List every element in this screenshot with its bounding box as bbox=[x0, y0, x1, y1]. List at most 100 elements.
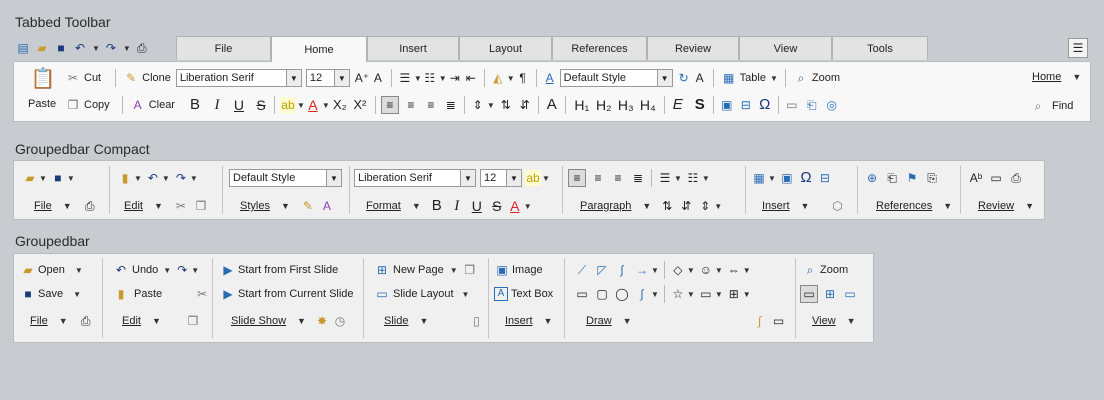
strikethrough-button[interactable]: S bbox=[253, 97, 269, 113]
subscript-button[interactable]: X₂ bbox=[330, 97, 350, 113]
start-first-slide-button[interactable]: ▶ Start from First Slide bbox=[220, 261, 338, 279]
bookmark-flag-icon[interactable]: ⚑ bbox=[904, 170, 920, 186]
bold-button[interactable]: B bbox=[429, 198, 445, 214]
blank-page-icon[interactable]: ▯ bbox=[468, 313, 484, 329]
copy-button[interactable]: ❐ Copy bbox=[63, 97, 112, 113]
comment-icon[interactable]: ▭ bbox=[988, 170, 1004, 186]
styles-icon[interactable]: A bbox=[542, 70, 558, 86]
decrease-indent-icon[interactable]: ⇤ bbox=[463, 70, 479, 86]
dropdown-icon[interactable]: ▼ bbox=[687, 266, 695, 275]
insert-menu-button[interactable]: Insert ▼ bbox=[760, 200, 811, 212]
redo-icon[interactable]: ↷ bbox=[173, 170, 189, 186]
increase-spacing-icon[interactable]: ⇅ bbox=[498, 97, 514, 113]
open-button[interactable]: ▰ Open ▼ bbox=[20, 261, 82, 279]
dropdown-icon[interactable]: ▼ bbox=[414, 74, 422, 83]
page-break-icon[interactable]: ⊟ bbox=[738, 97, 754, 113]
numbered-list-icon[interactable]: ☷ bbox=[422, 70, 438, 86]
redo-icon[interactable]: ↷ bbox=[103, 40, 119, 56]
dropdown-icon[interactable]: ▼ bbox=[39, 174, 47, 183]
print-icon[interactable]: ⎙ bbox=[78, 313, 94, 329]
justify-button[interactable]: ≣ bbox=[443, 97, 459, 113]
rehearse-timings-icon[interactable]: ◷ bbox=[332, 313, 348, 329]
shapes-icon[interactable]: ⬡ bbox=[829, 198, 845, 214]
paragraph-menu-button[interactable]: Paragraph ▼ bbox=[578, 200, 653, 212]
flowchart-icon[interactable]: ⊞ bbox=[726, 286, 742, 302]
dropdown-icon[interactable]: ▼ bbox=[450, 266, 458, 275]
spelling-icon[interactable]: Aᵇ bbox=[968, 170, 984, 186]
tab-insert[interactable]: Insert bbox=[367, 36, 459, 60]
emphasis-button[interactable]: E bbox=[670, 97, 686, 113]
tab-view[interactable]: View bbox=[739, 36, 832, 60]
image-button[interactable]: ▣ Image bbox=[494, 261, 542, 279]
insert-image-icon[interactable]: ▣ bbox=[779, 170, 795, 186]
undo-icon[interactable]: ↶ bbox=[72, 40, 88, 56]
slide-menu-button[interactable]: Slide ▼ bbox=[382, 315, 430, 327]
dropdown-icon[interactable]: ▼ bbox=[687, 290, 695, 299]
copy-icon[interactable]: ❐ bbox=[193, 198, 209, 214]
decrease-spacing-icon[interactable]: ⇵ bbox=[678, 198, 694, 214]
strong-button[interactable]: S bbox=[692, 97, 708, 113]
align-center-button[interactable]: ≡ bbox=[403, 97, 419, 113]
increase-indent-icon[interactable]: ⇥ bbox=[447, 70, 463, 86]
new-document-icon[interactable]: ▤ bbox=[15, 40, 31, 56]
track-changes-icon[interactable]: ⎙ bbox=[1008, 170, 1024, 186]
open-folder-icon[interactable]: ▰ bbox=[34, 40, 50, 56]
zoom-button[interactable]: ⌕ Zoom bbox=[791, 70, 842, 86]
paste-icon[interactable]: ▮ bbox=[117, 170, 133, 186]
pilcrow-icon[interactable]: ¶ bbox=[515, 70, 531, 86]
block-arrows-icon[interactable]: ⇔ bbox=[726, 262, 742, 278]
shrink-font-icon[interactable]: A bbox=[370, 70, 386, 86]
edit-menu-button[interactable]: Edit ▼ bbox=[122, 200, 165, 212]
styles-menu-button[interactable]: Styles ▼ bbox=[238, 200, 292, 212]
text-box-button[interactable]: A Text Box bbox=[494, 285, 553, 303]
new-page-button[interactable]: ⊞ New Page bbox=[372, 262, 446, 278]
footnote-icon[interactable]: ⎗ bbox=[884, 170, 900, 186]
italic-button[interactable]: I bbox=[209, 97, 225, 113]
normal-view-icon[interactable]: ▭ bbox=[800, 285, 818, 303]
table-icon[interactable]: ▦ bbox=[751, 170, 767, 186]
save-button[interactable]: ■ Save ▼ bbox=[20, 285, 81, 303]
tab-review[interactable]: Review bbox=[647, 36, 739, 60]
strikethrough-button[interactable]: S bbox=[489, 198, 505, 214]
find-button[interactable]: ⌕ Find bbox=[1028, 98, 1075, 114]
insert-image-icon[interactable]: ▣ bbox=[719, 97, 735, 113]
table-button[interactable]: ▦ Table ▼ bbox=[719, 70, 780, 86]
ellipse-icon[interactable]: ◯ bbox=[614, 286, 630, 302]
bullet-list-icon[interactable]: ☰ bbox=[397, 70, 413, 86]
highlight-icon[interactable]: ab bbox=[279, 97, 296, 113]
highlight-icon[interactable]: ab bbox=[525, 170, 541, 186]
dropdown-icon[interactable]: ▼ bbox=[743, 290, 751, 299]
bold-button[interactable]: B bbox=[187, 97, 203, 113]
dropdown-icon[interactable]: ▼ bbox=[191, 266, 199, 275]
tab-file[interactable]: File bbox=[176, 36, 271, 60]
file-menu-button[interactable]: File ▼ bbox=[28, 315, 70, 327]
arrow-tool-icon[interactable]: → bbox=[634, 262, 650, 278]
grow-font-icon[interactable]: A⁺ bbox=[354, 70, 370, 86]
clone-button[interactable]: ✎ Clone bbox=[121, 70, 173, 86]
undo-dropdown-icon[interactable]: ▼ bbox=[92, 44, 100, 53]
paste-button[interactable]: ▮ Paste bbox=[111, 286, 164, 302]
font-name-combo[interactable]: Liberation Serif ▼ bbox=[354, 169, 476, 187]
line-tool-icon[interactable]: ⟋ bbox=[574, 262, 590, 278]
save-icon[interactable]: ■ bbox=[53, 40, 69, 56]
align-left-button[interactable]: ≡ bbox=[380, 96, 399, 114]
draw-menu-button[interactable]: Draw ▼ bbox=[584, 315, 634, 327]
superscript-button[interactable]: X² bbox=[350, 97, 370, 113]
dropdown-icon[interactable]: ▼ bbox=[322, 101, 330, 110]
update-style-icon[interactable]: ↻ bbox=[676, 70, 692, 86]
paragraph-style-combo[interactable]: Default Style ▼ bbox=[229, 169, 342, 187]
dropdown-icon[interactable]: ▼ bbox=[462, 290, 470, 299]
slide-sorter-icon[interactable]: ⊞ bbox=[822, 286, 838, 302]
background-color-icon[interactable]: ◭ bbox=[490, 70, 506, 86]
undo-icon[interactable]: ↶ bbox=[145, 170, 161, 186]
copy-icon[interactable]: ❐ bbox=[185, 313, 201, 329]
heading-3-button[interactable]: H₃ bbox=[615, 97, 637, 113]
view-menu-button[interactable]: View ▼ bbox=[810, 315, 858, 327]
line-spacing-icon[interactable]: ⇕ bbox=[697, 198, 713, 214]
tab-references[interactable]: References bbox=[552, 36, 647, 60]
clear-formatting-icon[interactable]: A bbox=[319, 198, 335, 214]
redo-dropdown-icon[interactable]: ▼ bbox=[123, 44, 131, 53]
duplicate-page-icon[interactable]: ❐ bbox=[462, 262, 478, 278]
start-current-slide-button[interactable]: ▶ Start from Current Slide bbox=[220, 285, 353, 303]
slide-show-menu-button[interactable]: Slide Show ▼ bbox=[229, 315, 308, 327]
